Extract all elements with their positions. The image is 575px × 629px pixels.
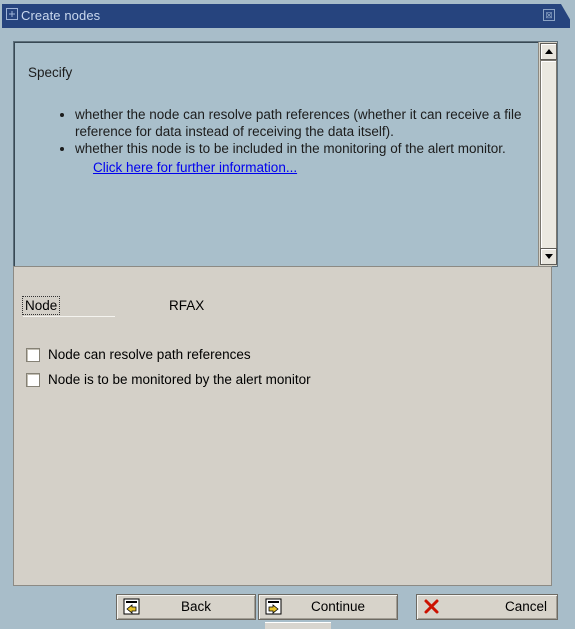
info-heading: Specify — [28, 65, 73, 80]
close-icon[interactable]: ⊠ — [543, 9, 555, 21]
back-icon — [123, 598, 140, 615]
form-area: Node RFAX Node can resolve path referenc… — [13, 266, 552, 586]
node-label: Node — [22, 296, 61, 315]
cancel-button[interactable]: Cancel — [416, 594, 558, 620]
vertical-scrollbar[interactable] — [538, 42, 557, 266]
checkbox-label: Node can resolve path references — [48, 347, 251, 362]
arrow-down-icon — [545, 254, 553, 259]
cancel-button-label: Cancel — [505, 599, 548, 614]
scroll-thumb[interactable] — [540, 60, 557, 250]
node-value: RFAX — [169, 298, 205, 313]
dialog-icon — [6, 8, 18, 20]
continue-button-label: Continue — [311, 599, 366, 614]
back-button-label: Back — [181, 599, 212, 614]
title-bar: Create nodes ⊠ — [0, 0, 575, 30]
scroll-up-button[interactable] — [540, 43, 557, 60]
title-bar-corner — [561, 4, 575, 28]
continue-icon — [265, 598, 282, 615]
node-label-underline — [23, 316, 115, 317]
back-button[interactable]: Back — [116, 594, 256, 620]
checkbox[interactable] — [26, 348, 40, 362]
info-bullet: whether this node is to be included in t… — [75, 140, 524, 157]
further-information-link[interactable]: Click here for further information... — [93, 159, 524, 176]
cancel-x-icon — [424, 599, 439, 614]
info-panel: Specify whether the node can resolve pat… — [13, 41, 558, 267]
continue-button[interactable]: Continue — [258, 594, 398, 620]
window-title: Create nodes — [21, 8, 101, 23]
scroll-down-button[interactable] — [540, 248, 557, 265]
checkbox-label: Node is to be monitored by the alert mon… — [48, 372, 311, 387]
info-bullet-list: whether the node can resolve path refere… — [28, 106, 524, 157]
info-text: Specify whether the node can resolve pat… — [28, 64, 524, 176]
info-bullet: whether the node can resolve path refere… — [75, 106, 524, 140]
checkbox[interactable] — [26, 373, 40, 387]
arrow-up-icon — [545, 49, 553, 54]
